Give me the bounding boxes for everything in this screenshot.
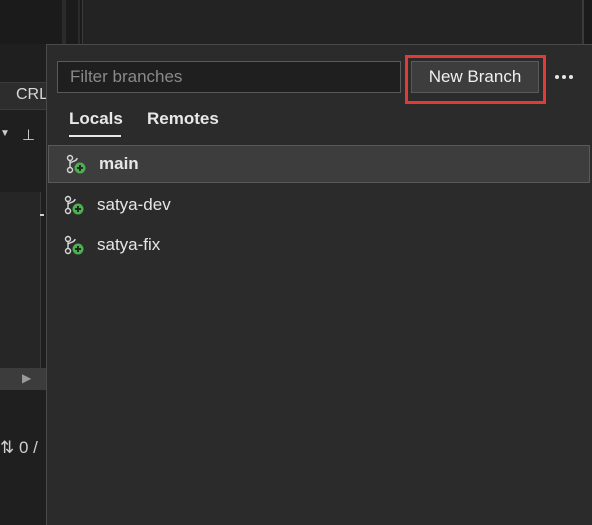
ide-editor-strip: [82, 0, 583, 44]
branch-label: satya-fix: [97, 235, 161, 254]
git-branch-icon: [64, 195, 84, 215]
branch-label: satya-dev: [97, 195, 171, 214]
filter-branches-input[interactable]: [57, 61, 401, 93]
ide-divider: [582, 0, 584, 44]
ide-divider: [62, 0, 66, 44]
git-branch-icon: [64, 235, 84, 255]
branch-item-satya-dev[interactable]: satya-dev: [47, 186, 591, 224]
sync-status[interactable]: ⇅ 0 /: [0, 438, 38, 458]
dash-mark: [40, 214, 44, 216]
tab-locals[interactable]: Locals: [69, 109, 123, 129]
branch-picker-popup: New Branch Locals Remotes main satya-dev: [46, 44, 592, 525]
ide-divider: [78, 0, 80, 44]
branch-item-main[interactable]: main: [48, 145, 590, 183]
line-ending-label[interactable]: CRL: [16, 86, 48, 104]
pin-icon[interactable]: ⊥: [22, 126, 35, 144]
branch-label: main: [99, 154, 139, 173]
ellipsis-icon[interactable]: [551, 65, 577, 89]
new-branch-button[interactable]: New Branch: [411, 61, 539, 93]
tab-remotes[interactable]: Remotes: [147, 109, 219, 129]
branch-item-satya-fix[interactable]: satya-fix: [47, 226, 591, 264]
scroll-right-icon[interactable]: ▶: [22, 371, 31, 385]
active-tab-indicator: [69, 135, 121, 137]
git-branch-icon: [66, 154, 86, 174]
ide-left-panel: [0, 192, 41, 368]
caret-down-icon[interactable]: ▼: [0, 128, 10, 139]
